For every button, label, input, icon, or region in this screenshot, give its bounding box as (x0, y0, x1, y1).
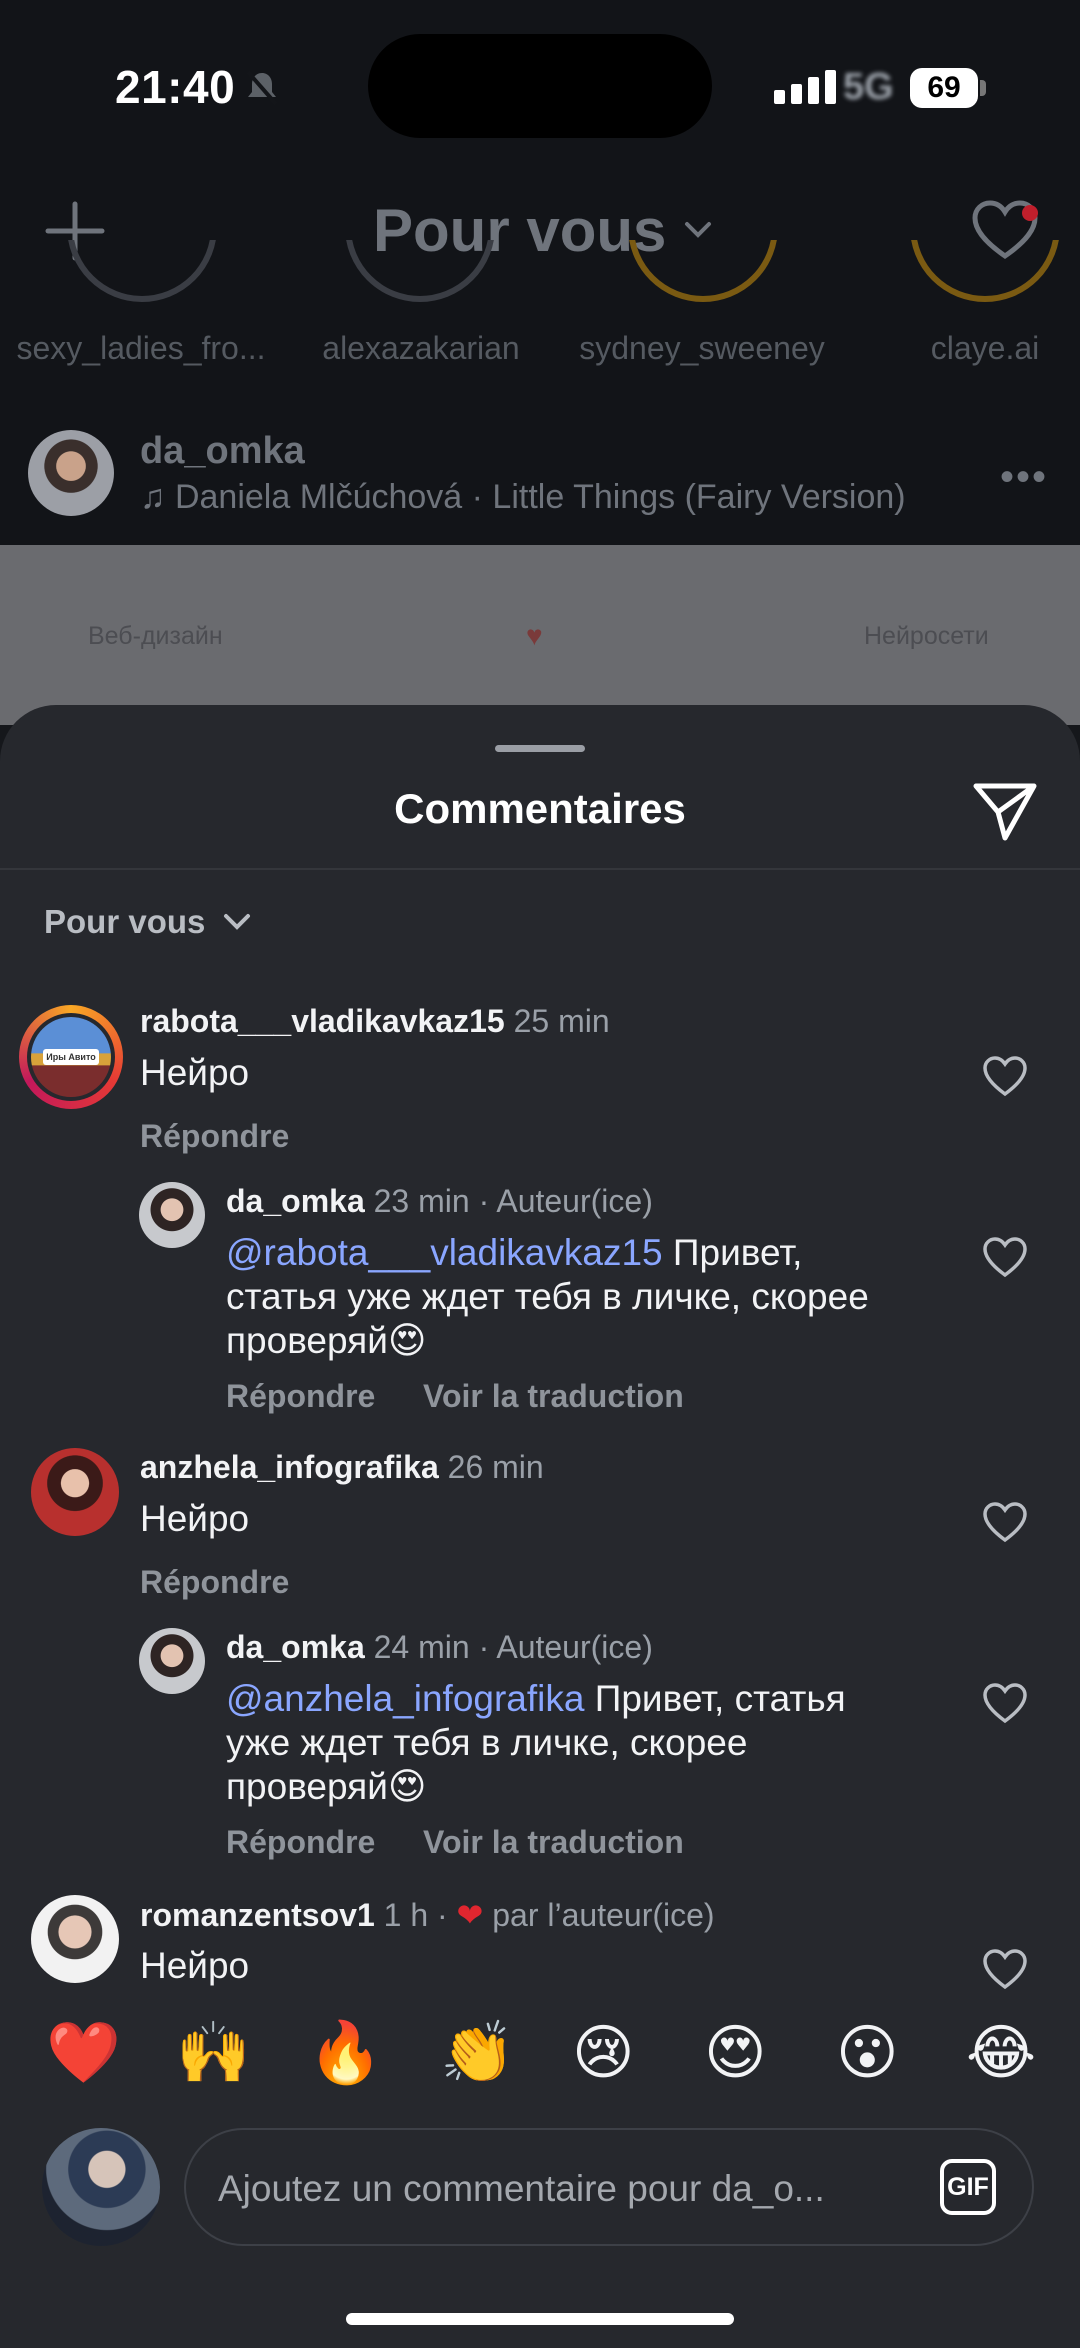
comment-text: Нейро (140, 1498, 250, 1539)
comment-avatar[interactable] (31, 1448, 119, 1536)
author-liked-heart-icon: ❤ (456, 1897, 484, 1933)
reply-button[interactable]: Répondre (140, 1564, 289, 1601)
quick-emoji-bar (0, 1992, 1080, 2104)
sheet-divider (0, 868, 1080, 870)
like-heart-icon[interactable] (982, 1055, 1028, 1097)
comment-time: 26 min (447, 1449, 544, 1485)
comment-time: 1 h · (383, 1897, 448, 1933)
comment-header: rabota___vladikavkaz15 25 min (140, 1003, 610, 1040)
story-ring[interactable] (345, 240, 495, 320)
comment-text: Нейро (140, 1945, 250, 1986)
mention-link[interactable]: @anzhela_infografika (226, 1678, 584, 1719)
story-ring[interactable] (628, 240, 778, 320)
emoji-fire[interactable]: 🔥 (308, 2023, 383, 2083)
like-heart-icon[interactable] (982, 1501, 1028, 1543)
comment-time: 23 min · Auteur(ice) (373, 1183, 653, 1219)
story-ring[interactable] (67, 240, 217, 320)
battery-tip (980, 80, 986, 96)
comment-avatar[interactable] (31, 1895, 119, 1983)
post-music[interactable]: ♫ Daniela Mlčúchová · Little Things (Fai… (140, 478, 906, 517)
comment-header: anzhela_infografika 26 min (140, 1449, 544, 1486)
network-label: 5G (843, 66, 894, 108)
like-heart-icon[interactable] (982, 1948, 1028, 1990)
sheet-title: Commentaires (394, 785, 686, 832)
reply-button[interactable]: Répondre (226, 1824, 375, 1861)
reply-avatar[interactable] (139, 1628, 205, 1694)
dynamic-island (368, 34, 712, 138)
mention-link[interactable]: @rabota___vladikavkaz15 (226, 1232, 663, 1273)
story-name[interactable]: alexazakarian (286, 330, 556, 367)
battery-icon: 69 (910, 68, 978, 108)
notification-dot (1022, 205, 1038, 221)
comment-header: romanzentsov1 1 h · ❤ par l’auteur(ice) (140, 1896, 715, 1934)
comment-header: da_omka 24 min · Auteur(ice) (226, 1629, 653, 1666)
gif-button[interactable]: GIF (940, 2159, 996, 2215)
comment-time: 25 min (513, 1003, 610, 1039)
comment-username[interactable]: da_omka (226, 1629, 365, 1665)
silent-bell-icon (246, 70, 278, 106)
like-heart-icon[interactable] (982, 1682, 1028, 1724)
story-name[interactable]: claye.ai (850, 330, 1080, 367)
avatar-badge: Иры Авито (43, 1049, 99, 1065)
reply-button[interactable]: Répondre (140, 1118, 289, 1155)
chevron-down-icon[interactable] (222, 912, 252, 932)
comment-text-line: Привет, (662, 1232, 803, 1273)
comment-time: 24 min · Auteur(ice) (373, 1629, 653, 1665)
comment-username[interactable]: da_omka (226, 1183, 365, 1219)
current-user-avatar (42, 2128, 160, 2246)
emoji-crying[interactable]: 😢 (572, 2023, 635, 2083)
image-heart-icon: ♥ (526, 620, 543, 651)
share-send-icon[interactable] (972, 780, 1038, 842)
sort-filter[interactable]: Pour vous (44, 903, 205, 941)
comment-text-line: уже ждет тебя в личке, скорее (226, 1722, 748, 1763)
story-name[interactable]: sydney_sweeney (567, 330, 837, 367)
image-caption-right: Нейросети (864, 622, 989, 650)
emoji-surprised[interactable]: 😮 (836, 2023, 899, 2083)
signal-icon (774, 70, 842, 104)
like-heart-icon[interactable] (982, 1236, 1028, 1278)
comment-input-placeholder[interactable]: Ajoutez un commentaire pour da_o... (218, 2168, 825, 2210)
comment-header: da_omka 23 min · Auteur(ice) (226, 1183, 653, 1220)
comment-text-line: проверяй😍 (226, 1320, 427, 1361)
chevron-down-icon[interactable] (683, 220, 713, 240)
comment-text: Нейро (140, 1052, 250, 1093)
comment-text-line: статья уже ждет тебя в личке, скорее (226, 1276, 869, 1317)
liked-by-author: par l’auteur(ice) (492, 1897, 715, 1933)
comment-text: @anzhela_infografika Привет, статья уже … (226, 1677, 846, 1809)
story-name[interactable]: sexy_ladies_fro... (6, 330, 276, 367)
post-author-avatar[interactable] (28, 430, 114, 516)
comment-username[interactable]: romanzentsov1 (140, 1897, 375, 1933)
home-indicator[interactable] (346, 2313, 734, 2325)
reply-button[interactable]: Répondre (226, 1378, 375, 1415)
story-ring[interactable] (910, 240, 1060, 320)
post-author-name[interactable]: da_omka (140, 430, 305, 473)
comment-text-line: проверяй😍 (226, 1766, 427, 1807)
sheet-drag-handle[interactable] (495, 745, 585, 752)
emoji-heart-eyes[interactable]: 😍 (704, 2023, 767, 2083)
emoji-clapping[interactable]: 👏 (440, 2023, 515, 2083)
comment-username[interactable]: rabota___vladikavkaz15 (140, 1003, 505, 1039)
comment-text-line: Привет, статья (584, 1678, 846, 1719)
music-note-icon: ♫ (140, 478, 175, 516)
translate-button[interactable]: Voir la traduction (423, 1824, 684, 1861)
emoji-raised-hands[interactable]: 🙌 (176, 2023, 251, 2083)
image-caption-left: Веб-дизайн (88, 622, 223, 650)
emoji-laughing[interactable]: 😂 (966, 2023, 1036, 2083)
comment-text: @rabota___vladikavkaz15 Привет, статья у… (226, 1231, 869, 1363)
reply-avatar[interactable] (139, 1182, 205, 1248)
post-music-label: Daniela Mlčúchová · Little Things (Fairy… (174, 478, 906, 516)
comment-avatar[interactable]: Иры Авито (31, 1017, 111, 1097)
comment-username[interactable]: anzhela_infografika (140, 1449, 439, 1485)
more-options-icon[interactable]: ••• (1000, 455, 1048, 500)
translate-button[interactable]: Voir la traduction (423, 1378, 684, 1415)
status-time: 21:40 (115, 61, 236, 113)
emoji-red-heart[interactable]: ❤️ (46, 2023, 121, 2083)
